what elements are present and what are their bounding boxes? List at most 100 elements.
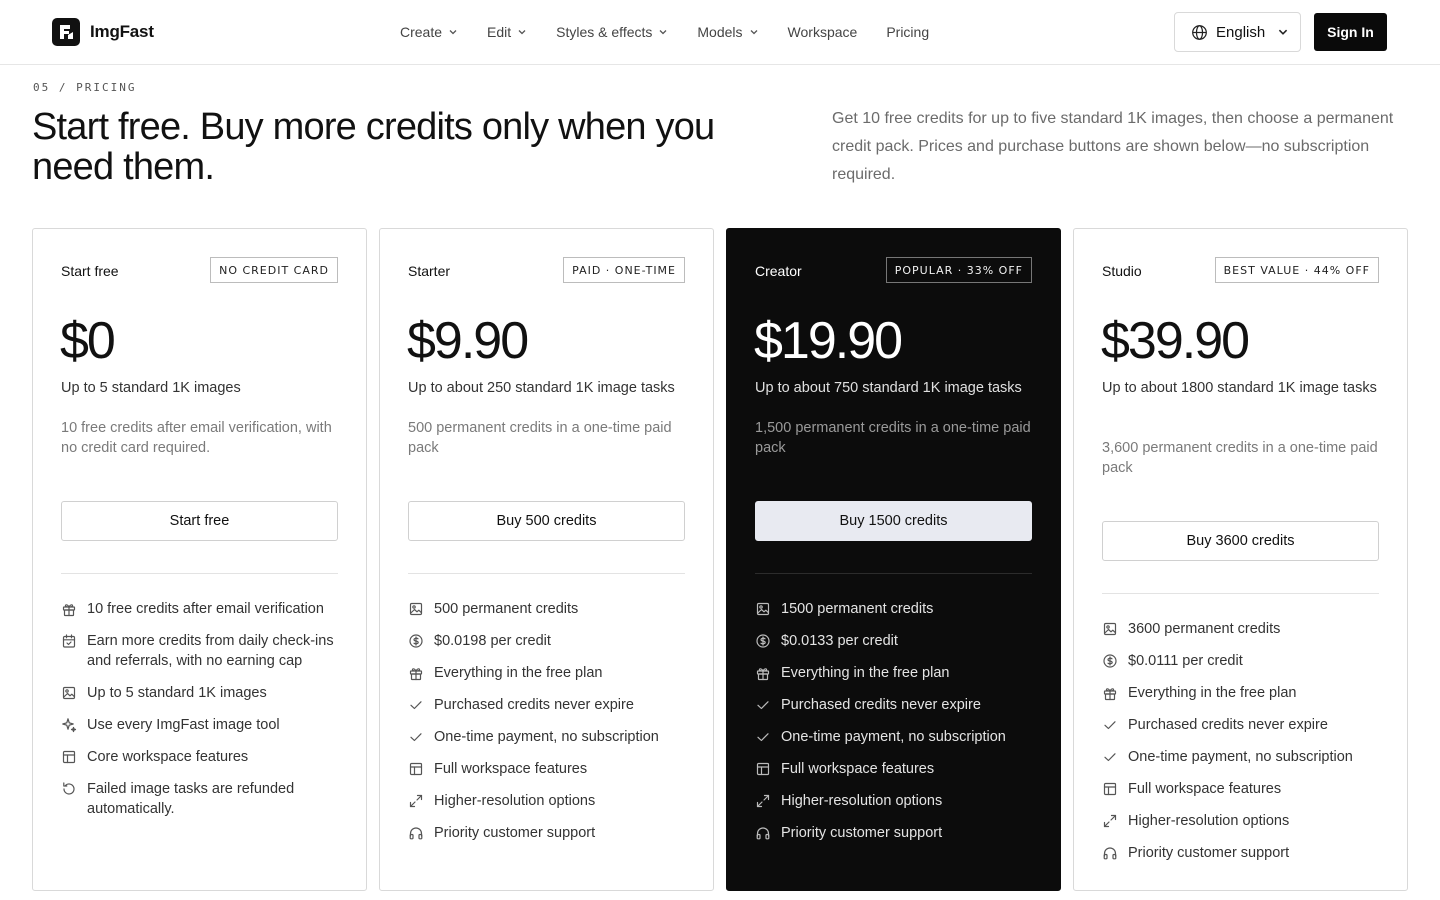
feature-text: Full workspace features: [781, 761, 935, 777]
language-label: English: [1216, 23, 1266, 41]
image-icon: [408, 601, 424, 617]
feature-text: Purchased credits never expire: [434, 697, 634, 713]
nav-item-styles-effects[interactable]: Styles & effects: [556, 24, 668, 40]
plan-badge: BEST VALUE · 44% OFF: [1214, 257, 1379, 283]
plan-cta-button[interactable]: Start free: [61, 501, 338, 541]
plan-summary: Up to about 1800 standard 1K image tasks: [1102, 380, 1377, 396]
layout-icon: [755, 761, 771, 777]
chevron-down-icon: [750, 30, 757, 35]
plan-price: $0: [60, 312, 116, 370]
image-icon: [755, 601, 771, 617]
feature-text: Full workspace features: [434, 761, 588, 777]
feature-item: Full workspace features: [408, 759, 690, 779]
plan-description: 3,600 permanent credits in a one-time pa…: [1102, 440, 1378, 476]
feature-text: Purchased credits never expire: [1128, 717, 1328, 733]
feature-item: Use every ImgFast image tool: [61, 715, 343, 735]
gift-icon: [408, 665, 424, 681]
nav-item-edit[interactable]: Edit: [487, 24, 527, 40]
feature-list: 3600 permanent credits $0.0111 per credit…: [1102, 619, 1384, 875]
calendar-icon: [61, 633, 77, 649]
page-title: Start free. Buy more credits only when y…: [32, 106, 715, 188]
feature-item: Higher-resolution options: [408, 791, 690, 811]
nav-item-models[interactable]: Models: [697, 24, 758, 40]
brand-logo[interactable]: ImgFast: [52, 18, 154, 46]
plan-name: Starter: [408, 263, 451, 279]
card-divider: [1102, 593, 1379, 594]
feature-text: One-time payment, no subscription: [434, 729, 659, 745]
feature-item: Everything in the free plan: [1102, 683, 1384, 703]
expand-icon: [755, 793, 771, 809]
check-icon: [1102, 749, 1118, 765]
sign-in-button[interactable]: Sign In: [1314, 13, 1387, 51]
plan-price: $19.90: [754, 312, 903, 370]
feature-item: 10 free credits after email verification: [61, 599, 343, 619]
pricing-card-studio: Studio BEST VALUE · 44% OFF $39.90 Up to ab…: [1073, 228, 1408, 891]
gift-icon: [755, 665, 771, 681]
sparkles-icon: [61, 717, 77, 733]
plan-badge: PAID · ONE-TIME: [563, 257, 685, 283]
refresh-icon: [61, 781, 77, 797]
plan-name: Start free: [61, 263, 119, 279]
nav-item-label: Styles & effects: [556, 24, 653, 40]
nav-item-label: Edit: [487, 24, 512, 40]
feature-text: One-time payment, no subscription: [1128, 749, 1353, 765]
check-icon: [408, 697, 424, 713]
feature-text: One-time payment, no subscription: [781, 729, 1006, 745]
feature-text: 1500 permanent credits: [781, 601, 934, 617]
feature-text: Higher-resolution options: [781, 793, 943, 809]
card-divider: [755, 573, 1032, 574]
feature-item: $0.0133 per credit: [755, 631, 1037, 651]
nav-item-pricing[interactable]: Pricing: [886, 24, 929, 40]
plan-description: 1,500 permanent credits in a one-time pa…: [755, 420, 1031, 456]
gift-icon: [1102, 685, 1118, 701]
image-icon: [1102, 621, 1118, 637]
feature-text: Higher-resolution options: [434, 793, 596, 809]
feature-text: $0.0111 per credit: [1128, 653, 1243, 669]
plan-summary: Up to 5 standard 1K images: [61, 380, 241, 396]
feature-item: One-time payment, no subscription: [1102, 747, 1384, 767]
feature-text: Earn more credits from daily check-ins a…: [87, 633, 334, 669]
feature-text: Everything in the free plan: [1128, 685, 1297, 701]
nav-item-workspace[interactable]: Workspace: [788, 24, 858, 40]
feature-item: One-time payment, no subscription: [755, 727, 1037, 747]
gift-icon: [61, 601, 77, 617]
site-header: ImgFast Create Edit Styles & effects Mod…: [0, 0, 1440, 65]
plan-cta-button[interactable]: Buy 3600 credits: [1102, 521, 1379, 561]
feature-item: Purchased credits never expire: [1102, 715, 1384, 735]
feature-item: Purchased credits never expire: [408, 695, 690, 715]
feature-text: Priority customer support: [1128, 845, 1290, 861]
logo-icon: [52, 18, 80, 46]
chevron-down-icon: [1279, 29, 1288, 35]
plan-price: $9.90: [407, 312, 529, 370]
feature-item: Core workspace features: [61, 747, 343, 767]
plan-badge: NO CREDIT CARD: [210, 257, 338, 283]
feature-text: Failed image tasks are refunded automati…: [87, 781, 295, 817]
feature-text: Full workspace features: [1128, 781, 1282, 797]
feature-item: Up to 5 standard 1K images: [61, 683, 343, 703]
section-eyebrow: 05 / PRICING: [33, 81, 137, 94]
check-icon: [755, 697, 771, 713]
headphones-icon: [755, 825, 771, 841]
feature-text: Higher-resolution options: [1128, 813, 1290, 829]
feature-list: 1500 permanent credits $0.0133 per credit…: [755, 599, 1037, 855]
headphones-icon: [408, 825, 424, 841]
plan-cta-button[interactable]: Buy 1500 credits: [755, 501, 1032, 541]
brand-name: ImgFast: [90, 22, 154, 41]
feature-text: 500 permanent credits: [434, 601, 579, 617]
feature-text: Priority customer support: [434, 825, 596, 841]
feature-text: $0.0198 per credit: [434, 633, 551, 649]
plan-description: 10 free credits after email verification…: [61, 420, 332, 456]
plan-cta-button[interactable]: Buy 500 credits: [408, 501, 685, 541]
chevron-down-icon: [659, 30, 667, 35]
main-nav: Create Edit Styles & effects Models Work…: [400, 0, 958, 64]
nav-item-create[interactable]: Create: [400, 24, 458, 40]
plan-price: $39.90: [1101, 312, 1250, 370]
language-selector[interactable]: English: [1174, 12, 1301, 52]
feature-item: 1500 permanent credits: [755, 599, 1037, 619]
feature-item: Purchased credits never expire: [755, 695, 1037, 715]
feature-item: Full workspace features: [1102, 779, 1384, 799]
feature-list: 10 free credits after email verification…: [61, 599, 343, 831]
dollar-icon: [755, 633, 771, 649]
pricing-card-start-free: Start free NO CREDIT CARD $0 Up to 5 standa…: [32, 228, 367, 891]
feature-text: Up to 5 standard 1K images: [87, 685, 267, 701]
